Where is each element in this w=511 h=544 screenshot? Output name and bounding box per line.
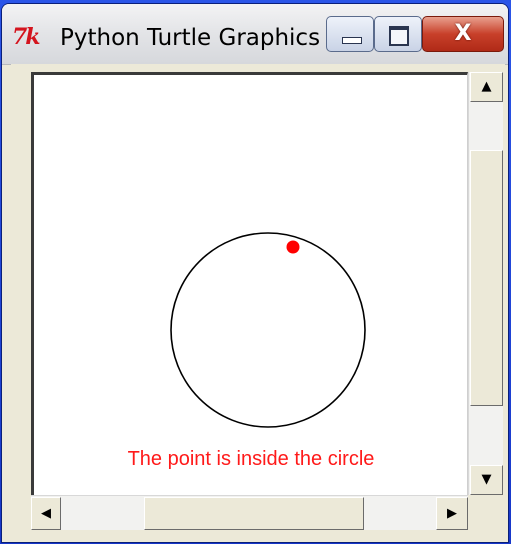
turtle-canvas[interactable]: The point is inside the circle [31,72,468,495]
drawing-surface [170,232,366,428]
arrow-up-icon: ▲ [481,79,492,94]
size-grip[interactable] [468,495,503,530]
turtle-window: 7k Python Turtle Graphics X The point is… [2,4,508,542]
maximize-icon [389,26,409,46]
test-point-dot [286,240,300,254]
horizontal-scrollbar[interactable]: ◀ ▶ [31,495,468,530]
tk-feather-icon[interactable]: 7k [12,24,46,50]
scroll-right-button[interactable]: ▶ [436,497,468,530]
window-title: Python Turtle Graphics [60,25,321,51]
scroll-down-button[interactable]: ▼ [470,465,503,495]
close-icon: X [454,21,472,46]
scroll-up-button[interactable]: ▲ [470,72,503,102]
close-button[interactable]: X [422,16,504,52]
minimize-icon [342,37,362,44]
vertical-scrollbar[interactable]: ▲ ▼ [468,72,503,495]
scroll-left-button[interactable]: ◀ [31,497,61,530]
title-bar[interactable]: 7k Python Turtle Graphics X [2,4,508,65]
desktop-background: 7k Python Turtle Graphics X The point is… [0,0,511,544]
client-area: The point is inside the circle ▲ ▼ ◀ ▶ [11,64,505,534]
vertical-scroll-thumb[interactable] [470,150,503,406]
arrow-left-icon: ◀ [41,506,51,521]
drawn-circle [170,232,366,428]
maximize-button[interactable] [374,16,422,52]
horizontal-scroll-thumb[interactable] [144,497,364,530]
result-message: The point is inside the circle [127,448,375,470]
minimize-button[interactable] [326,16,374,52]
arrow-right-icon: ▶ [447,506,457,521]
arrow-down-icon: ▼ [481,472,492,487]
